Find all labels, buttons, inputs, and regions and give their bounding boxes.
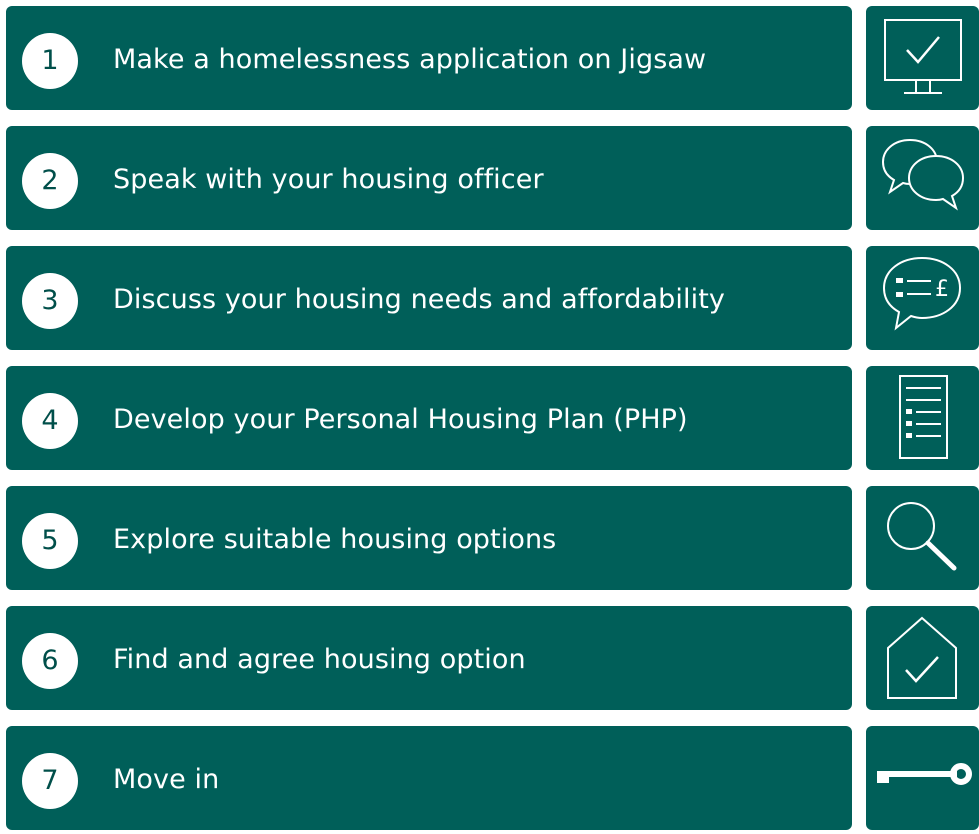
step-bar: 3 Discuss your housing needs and afforda…	[6, 246, 852, 350]
step-label: Discuss your housing needs and affordabi…	[113, 284, 725, 315]
key-icon	[877, 763, 972, 785]
step-bar: 5 Explore suitable housing options	[6, 486, 852, 590]
step-bar: 6 Find and agree housing option	[6, 606, 852, 710]
step-row-5: 5 Explore suitable housing options	[6, 486, 979, 590]
step-bar: 4 Develop your Personal Housing Plan (PH…	[6, 366, 852, 470]
step-row-7: 7 Move in	[6, 726, 979, 830]
step-row-3: 3 Discuss your housing needs and afforda…	[6, 246, 979, 350]
step-label: Find and agree housing option	[113, 644, 526, 675]
step-row-4: 4 Develop your Personal Housing Plan (PH…	[6, 366, 979, 470]
icon-box	[866, 6, 979, 110]
icon-box	[866, 606, 979, 710]
step-row-1: 1 Make a homelessness application on Jig…	[6, 6, 979, 110]
step-bar: 2 Speak with your housing officer	[6, 126, 852, 230]
step-label: Make a homelessness application on Jigsa…	[113, 44, 707, 75]
speech-bubbles-icon	[881, 138, 965, 211]
step-label: Explore suitable housing options	[113, 524, 557, 555]
step-label: Move in	[113, 764, 220, 795]
monitor-check-icon	[884, 19, 962, 94]
magnifier-icon	[887, 502, 957, 571]
icon-box	[866, 366, 979, 470]
icon-box	[866, 486, 979, 590]
house-check-icon	[887, 616, 957, 699]
step-label: Develop your Personal Housing Plan (PHP)	[113, 404, 688, 435]
step-number: 7	[22, 753, 78, 809]
step-number: 5	[22, 513, 78, 569]
step-row-6: 6 Find and agree housing option	[6, 606, 979, 710]
step-row-2: 2 Speak with your housing officer	[6, 126, 979, 230]
step-number: 1	[22, 33, 78, 89]
icon-box	[866, 126, 979, 230]
step-number: 6	[22, 633, 78, 689]
step-number: 4	[22, 393, 78, 449]
icon-box	[866, 726, 979, 830]
step-label: Speak with your housing officer	[113, 164, 544, 195]
step-bar: 1 Make a homelessness application on Jig…	[6, 6, 852, 110]
step-number: 3	[22, 273, 78, 329]
svg-text:£: £	[935, 277, 949, 302]
pound-speech-bubble-icon: £	[882, 256, 962, 331]
icon-box: £	[866, 246, 979, 350]
step-bar: 7 Move in	[6, 726, 852, 830]
checklist-document-icon	[899, 375, 948, 459]
step-number: 2	[22, 153, 78, 209]
